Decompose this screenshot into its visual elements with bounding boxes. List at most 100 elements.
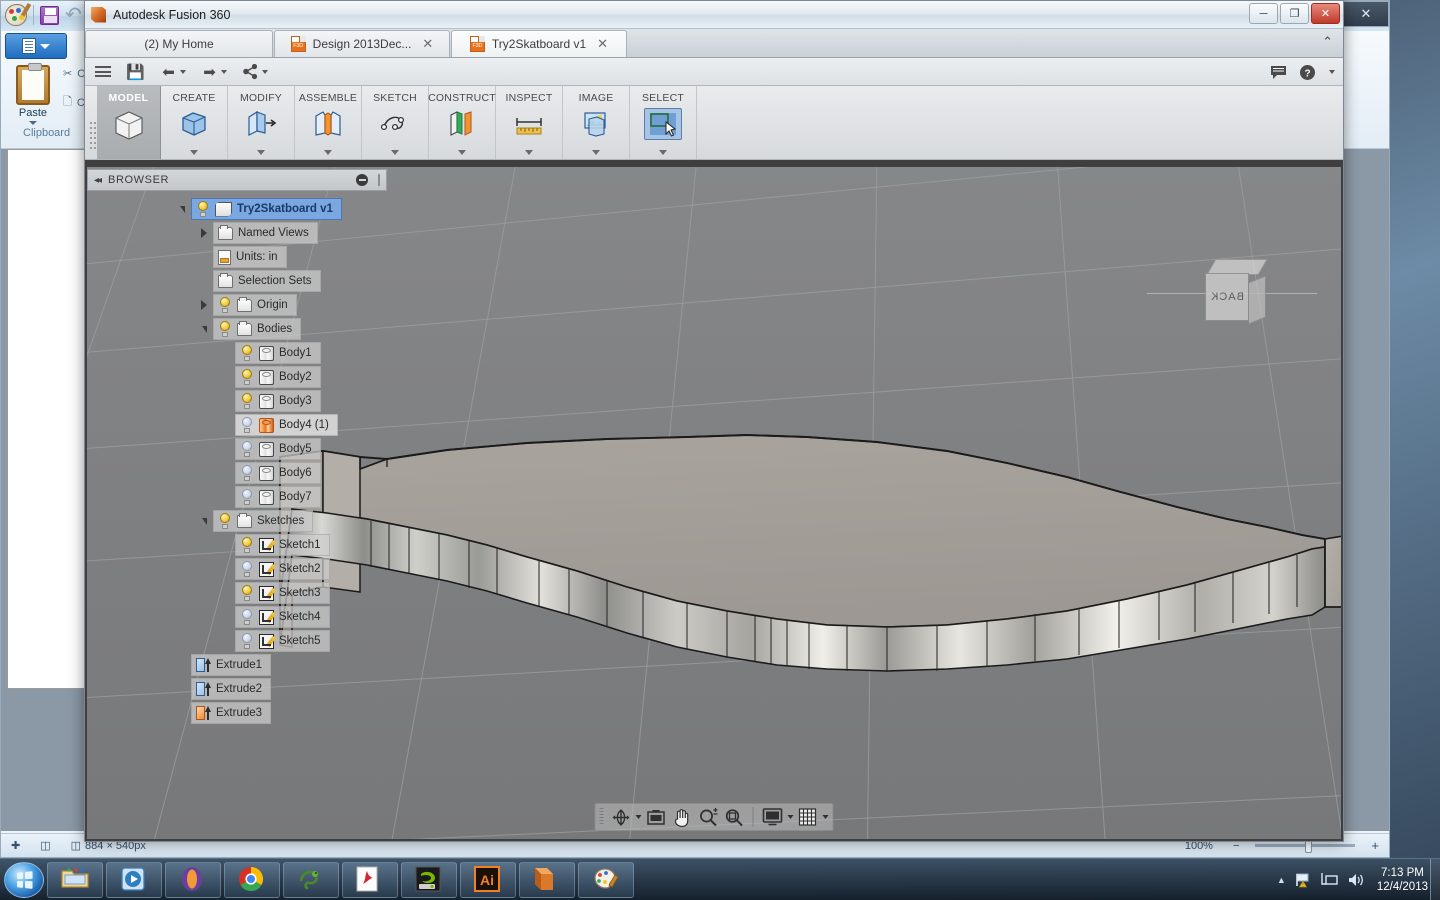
chevron-down-icon[interactable] xyxy=(190,150,198,155)
navigation-bar[interactable] xyxy=(594,803,834,831)
chevron-down-icon[interactable] xyxy=(262,69,268,74)
tree-row[interactable]: Sketch1 xyxy=(173,533,473,557)
chevron-down-icon[interactable] xyxy=(180,69,186,74)
create-box-icon[interactable] xyxy=(178,108,210,140)
tree-item-extrude2[interactable]: Extrude2 xyxy=(191,678,272,700)
grid-icon[interactable] xyxy=(796,805,820,829)
save-icon[interactable] xyxy=(40,5,59,25)
ribbon-toolbar[interactable]: MODEL CREATE MODIFY ASSEMBLE SKETCH CONS… xyxy=(85,86,1343,160)
tab-design-2013dec[interactable]: Design 2013Dec... ✕ xyxy=(274,30,450,57)
tree-row[interactable]: Body2 xyxy=(173,365,473,389)
expand-arrow-open-icon[interactable] xyxy=(195,325,213,333)
window-buttons[interactable]: ─ ❐ ✕ xyxy=(1249,3,1340,24)
expand-arrow-open-icon[interactable] xyxy=(195,517,213,525)
assemble-joint-icon[interactable] xyxy=(312,108,344,140)
chevron-up-icon[interactable]: ⌃ xyxy=(1322,34,1333,50)
tree-row[interactable]: Extrude2 xyxy=(173,677,473,701)
tree-row[interactable]: Extrude3 xyxy=(173,701,473,725)
tree-row[interactable]: Body3 xyxy=(173,389,473,413)
view-cube[interactable]: BACK xyxy=(1147,259,1317,325)
tree-item-sketch4[interactable]: Sketch4 xyxy=(235,606,330,628)
sketch-spline-icon[interactable] xyxy=(379,108,411,140)
image-canvas-icon[interactable] xyxy=(580,108,612,140)
tree-item-body7[interactable]: Body7 xyxy=(235,486,321,508)
orbit-icon[interactable] xyxy=(609,805,633,829)
modify-push-pull-icon[interactable] xyxy=(245,108,277,140)
browser-panel-header[interactable]: ◂◂ BROWSER xyxy=(87,169,387,191)
tree-row[interactable]: Sketch3 xyxy=(173,581,473,605)
chevron-down-icon[interactable] xyxy=(659,150,667,155)
tree-row[interactable]: Units: in xyxy=(173,245,473,269)
tree-row[interactable]: Body5 xyxy=(173,437,473,461)
ribbon-group-sketch[interactable]: SKETCH xyxy=(362,86,429,159)
tree-item-selection-sets[interactable]: Selection Sets xyxy=(213,270,321,292)
tree-row[interactable]: Named Views xyxy=(173,221,473,245)
tree-row[interactable]: Body6 xyxy=(173,461,473,485)
tree-item-body5[interactable]: Body5 xyxy=(235,438,321,460)
fit-window-icon[interactable] xyxy=(722,805,746,829)
undo-button[interactable]: ⬅ xyxy=(159,62,186,81)
light-bulb-icon[interactable] xyxy=(240,369,254,385)
ribbon-group-select[interactable]: SELECT xyxy=(630,86,697,159)
light-bulb-icon[interactable] xyxy=(240,633,254,649)
hamburger-icon[interactable] xyxy=(93,62,112,81)
fusion-titlebar[interactable]: Autodesk Fusion 360 ─ ❐ ✕ xyxy=(85,1,1343,29)
close-button[interactable]: ✕ xyxy=(1311,3,1340,24)
tree-row[interactable]: Body7 xyxy=(173,485,473,509)
light-bulb-icon[interactable] xyxy=(240,537,254,553)
tree-row[interactable]: Body4 (1) xyxy=(173,413,473,437)
light-bulb-icon[interactable] xyxy=(240,609,254,625)
chevron-down-icon[interactable] xyxy=(1329,70,1335,74)
look-at-icon[interactable] xyxy=(644,805,668,829)
light-bulb-icon[interactable] xyxy=(240,345,254,361)
taskbar[interactable]: Ai ▲ ! 7:13 PM 12/4/2013 xyxy=(0,858,1440,900)
tree-row[interactable]: Origin xyxy=(173,293,473,317)
fusion360-window[interactable]: Autodesk Fusion 360 ─ ❐ ✕ (2) My Home De… xyxy=(84,0,1344,842)
close-icon[interactable]: ✕ xyxy=(422,36,433,52)
nav-bar-grip[interactable] xyxy=(599,808,604,826)
network-monitor-icon[interactable] xyxy=(1321,872,1338,889)
document-tabstrip[interactable]: (2) My Home Design 2013Dec... ✕ Try2Skat… xyxy=(85,29,1343,58)
tree-item-sketch2[interactable]: Sketch2 xyxy=(235,558,330,580)
light-bulb-icon[interactable] xyxy=(240,561,254,577)
monitor-icon[interactable] xyxy=(761,805,785,829)
comment-icon[interactable] xyxy=(1269,63,1288,82)
help-icon[interactable]: ? xyxy=(1298,63,1317,82)
tree-row[interactable]: Sketch4 xyxy=(173,605,473,629)
light-bulb-icon[interactable] xyxy=(240,585,254,601)
tree-row[interactable]: Try2Skatboard v1 xyxy=(173,197,473,221)
tree-row[interactable]: Sketch5 xyxy=(173,629,473,653)
undo-icon[interactable] xyxy=(65,5,85,25)
save-button[interactable]: 💾 xyxy=(126,62,145,81)
tree-item-origin[interactable]: Origin xyxy=(213,294,297,316)
taskbar-item-nvidia[interactable] xyxy=(401,861,457,898)
ribbon-group-construct[interactable]: CONSTRUCT xyxy=(428,86,496,159)
taskbar-item-media-player[interactable] xyxy=(106,861,162,898)
browser-resize-grip[interactable] xyxy=(378,174,380,186)
tree-item-sketch3[interactable]: Sketch3 xyxy=(235,582,330,604)
tree-item-body6[interactable]: Body6 xyxy=(235,462,321,484)
chevron-down-icon[interactable] xyxy=(592,150,600,155)
network-flag-icon[interactable]: ! xyxy=(1295,872,1312,889)
tree-item-bodies[interactable]: Bodies xyxy=(213,318,302,340)
share-button[interactable] xyxy=(241,62,268,81)
zoom-magnifier-icon[interactable] xyxy=(696,805,720,829)
chevron-down-icon[interactable] xyxy=(257,150,265,155)
ribbon-group-inspect[interactable]: INSPECT xyxy=(496,86,563,159)
paste-button[interactable]: Paste xyxy=(7,63,59,125)
taskbar-item-chrome[interactable] xyxy=(224,861,280,898)
tree-item-body1[interactable]: Body1 xyxy=(235,342,321,364)
inspect-measure-icon[interactable] xyxy=(513,108,545,140)
tree-row[interactable]: Body1 xyxy=(173,341,473,365)
tree-row[interactable]: Sketches xyxy=(173,509,473,533)
show-desktop-button[interactable] xyxy=(1430,859,1440,900)
taskbar-item-adobe-reader[interactable] xyxy=(342,861,398,898)
light-bulb-icon[interactable] xyxy=(218,513,232,529)
zoom-slider[interactable] xyxy=(1255,838,1356,853)
tree-item-body2[interactable]: Body2 xyxy=(235,366,321,388)
chevron-down-icon[interactable] xyxy=(787,815,794,819)
taskbar-item-fusion360[interactable] xyxy=(519,861,575,898)
ribbon-group-assemble[interactable]: ASSEMBLE xyxy=(295,86,362,159)
light-bulb-icon[interactable] xyxy=(240,489,254,505)
select-window-icon[interactable] xyxy=(644,108,682,140)
